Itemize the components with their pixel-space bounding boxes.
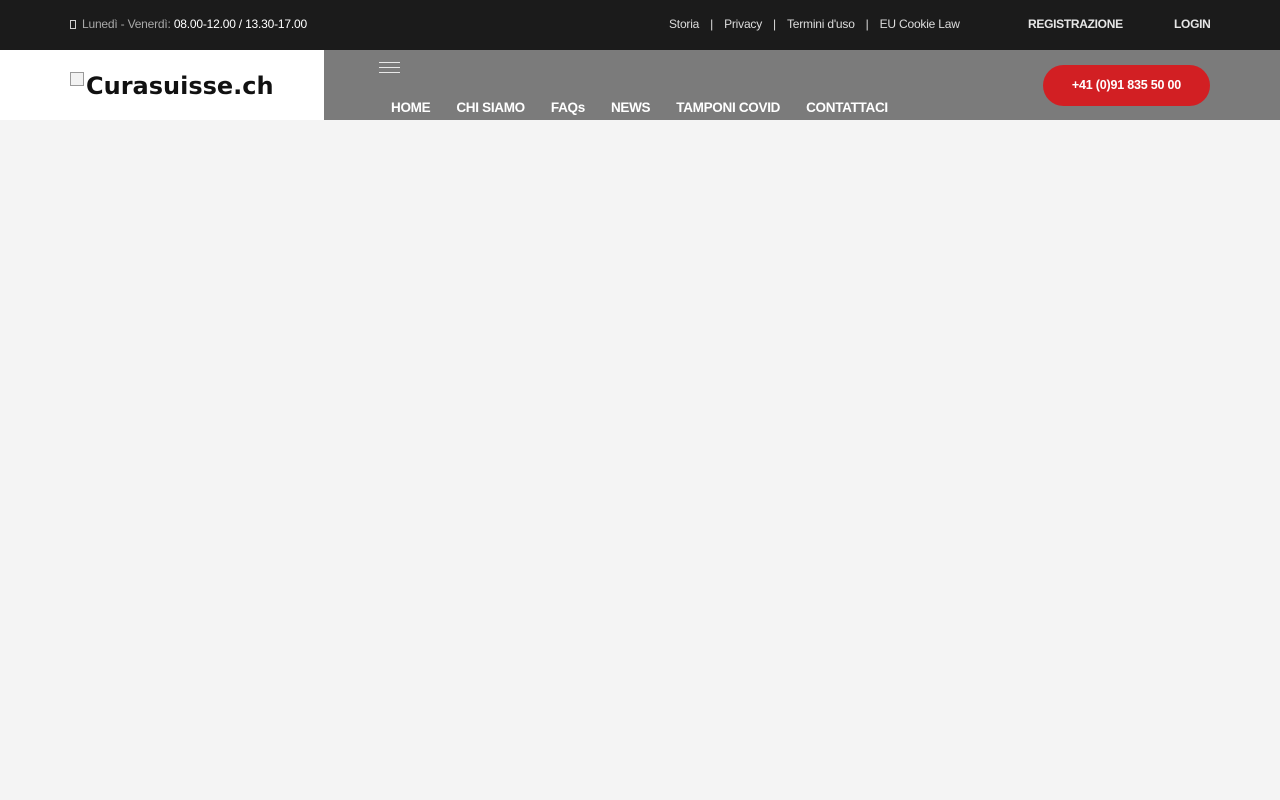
nav-home-label: HOME <box>391 100 431 115</box>
nav-faqs[interactable]: FAQs <box>550 100 585 123</box>
broken-image-icon <box>70 72 84 86</box>
link-terms[interactable]: Termini d'uso <box>787 17 855 31</box>
register-link[interactable]: REGISTRAZIONE <box>1028 17 1123 31</box>
logo-alt-text: Curasuisse.ch <box>86 72 274 100</box>
nav-faqs-label: FAQs <box>550 100 585 115</box>
nav-news-label: NEWS <box>610 100 651 115</box>
top-links: Storia | Privacy | Termini d'uso | EU Cookie L… <box>669 17 960 31</box>
hamburger-menu-icon[interactable] <box>379 61 400 75</box>
link-storia[interactable]: Storia <box>669 17 699 31</box>
nav-chi-siamo-label: CHI SIAMO <box>456 100 525 115</box>
site-logo[interactable]: Curasuisse.ch <box>70 72 274 100</box>
link-privacy[interactable]: Privacy <box>724 17 762 31</box>
separator: | <box>773 17 776 31</box>
nav-contattaci-label: CONTATTACI <box>806 100 888 115</box>
nav-tamponi-covid[interactable]: TAMPONI COVID <box>676 100 780 115</box>
login-link[interactable]: LOGIN <box>1174 17 1211 31</box>
nav-news[interactable]: NEWS <box>610 100 651 123</box>
top-bar: Lunedì - Venerdì: 08.00-12.00 / 13.30-17… <box>0 0 1280 50</box>
phone-button[interactable]: +41 (0)91 835 50 00 <box>1043 65 1210 106</box>
nav-contattaci[interactable]: CONTATTACI <box>806 100 888 123</box>
opening-hours: Lunedì - Venerdì: 08.00-12.00 / 13.30-17… <box>70 17 307 31</box>
opening-hours-label: Lunedì - Venerdì: <box>82 17 171 31</box>
link-cookie-law[interactable]: EU Cookie Law <box>880 17 960 31</box>
page-content <box>0 120 1280 800</box>
logo-container: Curasuisse.ch <box>0 50 324 120</box>
opening-hours-value: 08.00-12.00 / 13.30-17.00 <box>173 17 307 31</box>
nav-chi-siamo[interactable]: CHI SIAMO <box>456 100 525 115</box>
main-menu: HOME CHI SIAMO FAQs NEWS TAMPONI COVID CONTAT… <box>391 99 914 123</box>
nav-tamponi-covid-label: TAMPONI COVID <box>676 100 781 115</box>
separator: | <box>710 17 714 31</box>
nav-home[interactable]: HOME <box>391 100 431 115</box>
separator: | <box>865 17 869 31</box>
clock-icon <box>70 20 76 29</box>
